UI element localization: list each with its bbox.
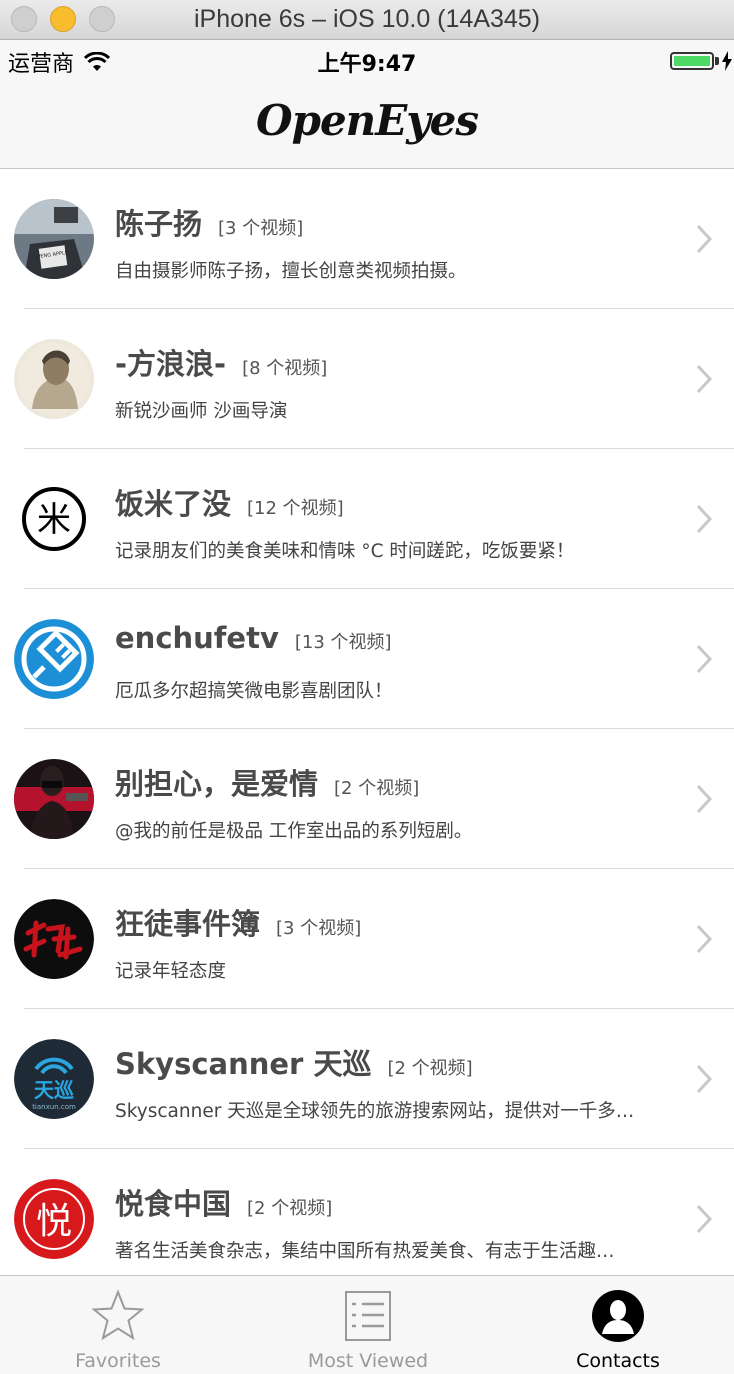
author-description: 新锐沙画师 沙画导演 — [115, 401, 288, 422]
status-bar: 运营商 上午9:47 — [0, 40, 734, 80]
chevron-right-icon — [696, 924, 712, 954]
list-item[interactable]: 悦 悦食中国 [2 个视频] 著名生活美食杂志，集结中国所有热爱美食、有志于生活… — [0, 1149, 734, 1275]
chevron-right-icon — [696, 1064, 712, 1094]
video-count: [13 个视频] — [294, 632, 392, 653]
author-name: Skyscanner 天巡 — [115, 1047, 372, 1081]
photographer-avatar-image: PENG APPLE — [14, 199, 94, 279]
avatar — [14, 759, 94, 839]
svg-text:天巡: 天巡 — [34, 1078, 74, 1102]
tab-label: Contacts — [576, 1350, 660, 1372]
simulator-title-bar: iPhone 6s – iOS 10.0 (14A345) — [0, 0, 734, 40]
list-item[interactable]: -方浪浪- [8 个视频] 新锐沙画师 沙画导演 — [0, 309, 734, 449]
avatar: 米 — [14, 479, 94, 559]
list-item[interactable]: 天巡 tianxun.com Skyscanner 天巡 [2 个视频] Sky… — [0, 1009, 734, 1149]
tab-most-viewed[interactable]: Most Viewed — [268, 1276, 468, 1374]
yueshi-logo-avatar: 悦 — [14, 1179, 94, 1259]
author-description: 记录朋友们的美食美味和情味 °C 时间蹉跎，吃饭要紧！ — [115, 541, 575, 562]
svg-text:tianxun.com: tianxun.com — [32, 1103, 76, 1111]
simulator-title: iPhone 6s – iOS 10.0 (14A345) — [193, 5, 541, 33]
contacts-icon — [592, 1290, 644, 1342]
fanmi-logo-avatar: 米 — [14, 479, 94, 559]
tab-favorites[interactable]: Favorites — [18, 1276, 218, 1374]
author-list[interactable]: PENG APPLE 陈子扬 [3 个视频] 自由摄影师陈子扬，擅长创意类视频拍… — [0, 169, 734, 1275]
avatar — [14, 619, 94, 699]
charging-icon — [722, 51, 732, 71]
chevron-right-icon — [696, 224, 712, 254]
author-description: 记录年轻态度 — [115, 961, 227, 982]
author-description: 著名生活美食杂志，集结中国所有热爱美食、有志于生活趣… — [115, 1241, 615, 1262]
author-description: Skyscanner 天巡是全球领先的旅游搜索网站，提供对一千多… — [115, 1101, 635, 1122]
star-icon — [91, 1289, 145, 1341]
author-name: 悦食中国 — [115, 1187, 232, 1221]
chevron-right-icon — [696, 644, 712, 674]
sand-painter-avatar-image — [14, 339, 94, 419]
list-item[interactable]: 别担心，是爱情 [2 个视频] @我的前任是极品 工作室出品的系列短剧。 — [0, 729, 734, 869]
avatar: 天巡 tianxun.com — [14, 1039, 94, 1119]
list-item[interactable]: 狂徒事件簿 [3 个视频] 记录年轻态度 — [0, 869, 734, 1009]
kuangtu-logo-avatar — [14, 899, 94, 979]
video-count: [3 个视频] — [218, 218, 304, 239]
enchufetv-logo-avatar — [14, 619, 94, 699]
status-time: 上午9:47 — [317, 52, 417, 77]
video-count: [2 个视频] — [387, 1058, 473, 1079]
video-count: [8 个视频] — [242, 358, 328, 379]
avatar: PENG APPLE — [14, 199, 94, 279]
svg-text:米: 米 — [37, 500, 71, 540]
chevron-right-icon — [696, 504, 712, 534]
battery-icon — [670, 52, 714, 70]
author-name: 别担心，是爱情 — [115, 767, 319, 801]
avatar: 悦 — [14, 1179, 94, 1259]
list-item[interactable]: enchufetv [13 个视频] 厄瓜多尔超搞笑微电影喜剧团队！ — [0, 589, 734, 729]
author-name: 陈子扬 — [115, 207, 203, 241]
tab-contacts[interactable]: Contacts — [518, 1276, 718, 1374]
video-count: [2 个视频] — [334, 778, 420, 799]
author-name: 饭米了没 — [115, 487, 232, 521]
video-count: [2 个视频] — [247, 1198, 333, 1219]
tab-label: Favorites — [75, 1350, 161, 1372]
navigation-bar: OpenEyes — [0, 80, 734, 169]
avatar — [14, 339, 94, 419]
chevron-right-icon — [696, 784, 712, 814]
app-logo-title: OpenEyes — [256, 96, 479, 145]
chevron-right-icon — [696, 364, 712, 394]
list-icon — [345, 1291, 391, 1341]
author-description: 厄瓜多尔超搞笑微电影喜剧团队！ — [115, 681, 393, 702]
author-name: enchufetv — [115, 621, 279, 655]
avatar — [14, 899, 94, 979]
author-name: -方浪浪- — [115, 347, 227, 381]
video-count: [3 个视频] — [276, 918, 362, 939]
author-description: @我的前任是极品 工作室出品的系列短剧。 — [115, 821, 473, 842]
tab-label: Most Viewed — [307, 1350, 429, 1372]
video-count: [12 个视频] — [247, 498, 344, 519]
author-description: 自由摄影师陈子扬，擅长创意类视频拍摄。 — [115, 261, 467, 282]
battery-tip — [715, 57, 719, 65]
love-series-avatar-image — [14, 759, 94, 839]
list-item[interactable]: 米 饭米了没 [12 个视频] 记录朋友们的美食美味和情味 °C 时间蹉跎，吃饭… — [0, 449, 734, 589]
skyscanner-logo-avatar: 天巡 tianxun.com — [14, 1039, 94, 1119]
svg-text:悦: 悦 — [36, 1201, 72, 1242]
author-name: 狂徒事件簿 — [115, 907, 261, 941]
chevron-right-icon — [696, 1204, 712, 1234]
tab-bar: Favorites Most Viewed Contacts — [0, 1275, 734, 1374]
list-item[interactable]: PENG APPLE 陈子扬 [3 个视频] 自由摄影师陈子扬，擅长创意类视频拍… — [0, 169, 734, 309]
